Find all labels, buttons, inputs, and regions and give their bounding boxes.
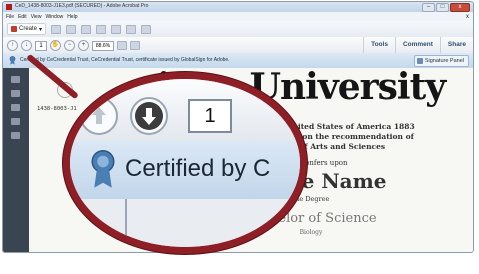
certification-message: Certified by CeCredential Trust, CeCrede… xyxy=(20,57,230,63)
bookmarks-icon[interactable] xyxy=(11,90,20,97)
title-bar: CeD_1438-8003-J1E3.pdf (SECURED) - Adobe… xyxy=(3,2,473,12)
comment-link[interactable]: Comment xyxy=(394,37,440,53)
maximize-button[interactable]: □ xyxy=(436,3,449,12)
share-icon[interactable] xyxy=(141,24,152,34)
navigation-pane xyxy=(3,68,29,252)
signatures-icon[interactable] xyxy=(11,118,20,125)
zoom-in-button[interactable]: + xyxy=(78,40,89,51)
close-document-button[interactable]: x xyxy=(466,14,469,20)
main-toolbar: Create ▾ xyxy=(3,21,473,38)
tools-link[interactable]: Tools xyxy=(363,37,395,53)
magnified-certification-bar: Certified by C xyxy=(70,141,300,201)
create-label: Create xyxy=(19,26,38,32)
hand-tool-icon[interactable]: ✋ xyxy=(50,40,61,51)
magnified-page-border xyxy=(125,199,127,247)
screenshot-stage: CeD_1438-8003-J1E3.pdf (SECURED) - Adobe… xyxy=(0,0,479,274)
window-controls: – □ x xyxy=(422,3,470,12)
attachments-icon[interactable] xyxy=(11,104,20,111)
magnifier-callout: 1 Certified by C xyxy=(63,72,307,254)
magnified-certification-text: Certified by C xyxy=(125,155,271,182)
window-title: CeD_1438-8003-J1E3.pdf (SECURED) - Adobe… xyxy=(15,3,149,9)
acrobat-app-icon xyxy=(6,4,12,10)
print-icon[interactable] xyxy=(81,24,92,34)
page-thumbnails-icon[interactable] xyxy=(11,76,20,83)
close-window-button[interactable]: x xyxy=(450,3,470,12)
fit-page-icon[interactable] xyxy=(117,41,127,50)
settings-icon[interactable] xyxy=(111,24,122,34)
magnified-document-edge xyxy=(70,199,300,247)
zoom-out-button[interactable]: − xyxy=(64,40,75,51)
certified-ribbon-icon xyxy=(9,56,16,65)
next-page-button[interactable]: ↓ xyxy=(21,40,32,51)
email-icon[interactable] xyxy=(96,24,107,34)
chevron-down-icon: ▾ xyxy=(39,26,43,33)
share-link[interactable]: Share xyxy=(439,37,473,53)
magnified-ribbon-icon xyxy=(91,149,115,188)
magnified-previous-page-icon xyxy=(80,97,118,135)
full-screen-icon[interactable] xyxy=(130,41,140,50)
signature-panel-button[interactable]: Signature Panel xyxy=(413,55,469,67)
previous-page-button[interactable]: ↑ xyxy=(7,40,18,51)
signature-panel-label: Signature Panel xyxy=(424,58,464,64)
menu-edit[interactable]: Edit xyxy=(18,14,27,20)
layers-icon[interactable] xyxy=(11,132,20,139)
signature-pen-icon xyxy=(416,58,423,64)
page-number-field[interactable]: 1 xyxy=(35,40,47,51)
task-pane-links: Tools Comment Share xyxy=(363,37,473,53)
minimize-button[interactable]: – xyxy=(422,3,435,12)
save-icon[interactable] xyxy=(66,24,77,34)
magnified-next-page-icon xyxy=(130,97,168,135)
menu-view[interactable]: View xyxy=(31,14,42,20)
open-folder-icon[interactable] xyxy=(51,24,62,34)
create-pdf-icon xyxy=(11,26,17,32)
create-button[interactable]: Create ▾ xyxy=(7,23,47,35)
menu-bar: File Edit View Window Help x xyxy=(3,12,473,21)
menu-file[interactable]: File xyxy=(6,14,14,20)
certification-bar: Certified by CeCredential Trust, CeCrede… xyxy=(3,53,473,69)
menu-help[interactable]: Help xyxy=(67,14,77,20)
magnified-toolbar: 1 xyxy=(70,79,300,142)
navigation-toolbar: ↑ ↓ 1 ✋ − + 88.6% Tools Comment Share xyxy=(3,37,473,54)
zoom-level-field[interactable]: 88.6% xyxy=(92,40,114,51)
menu-window[interactable]: Window xyxy=(45,14,63,20)
comment-icon[interactable] xyxy=(126,24,137,34)
magnified-page-number: 1 xyxy=(188,99,232,133)
